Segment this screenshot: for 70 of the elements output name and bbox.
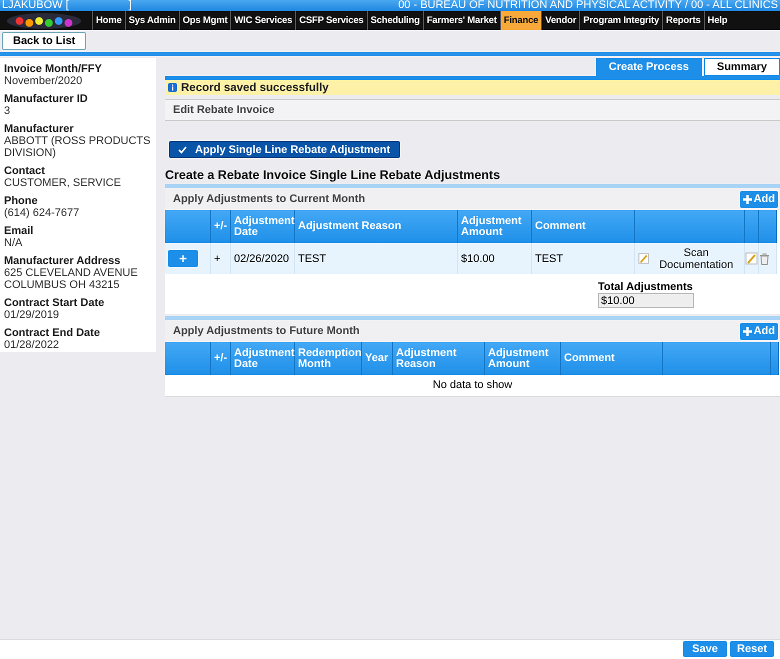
trash-icon[interactable] bbox=[759, 252, 770, 264]
detail-label: Phone bbox=[4, 195, 39, 207]
nav-tab[interactable]: Vendor bbox=[541, 11, 580, 30]
total-field[interactable]: $10.00 bbox=[598, 293, 694, 308]
panel-title: Apply Adjustments to Future Month bbox=[173, 325, 360, 337]
detail-value: CUSTOMER, SERVICE bbox=[4, 177, 122, 189]
total-label: Total Adjustments bbox=[598, 281, 694, 293]
table-cell: + bbox=[211, 243, 231, 274]
column-header: Adjustment Amount bbox=[485, 342, 561, 375]
section-title: Edit Rebate Invoice bbox=[165, 99, 780, 121]
nav-tab[interactable]: WIC Services bbox=[230, 11, 296, 30]
success-message: Record saved successfully bbox=[165, 80, 780, 95]
header-cell bbox=[745, 210, 759, 243]
column-header: +/- bbox=[211, 210, 231, 243]
detail-label: Contract Start Date bbox=[4, 297, 106, 309]
detail-label: Manufacturer Address bbox=[4, 255, 122, 267]
detail-value: ABBOTT (ROSS PRODUCTS DIVISION) bbox=[4, 135, 152, 159]
detail-value: November/2020 bbox=[4, 75, 84, 87]
detail-value: (614) 624-7677 bbox=[4, 207, 80, 219]
table-cell: $10.00 bbox=[458, 243, 532, 274]
table-cell: 02/26/2020 bbox=[231, 243, 295, 274]
user-name: LJAKUBOW [ ] bbox=[2, 0, 132, 11]
detail-value: 01/28/2022 bbox=[4, 339, 60, 351]
column-header: Adjustment Amount bbox=[458, 210, 532, 243]
nav-tab[interactable]: Home bbox=[92, 11, 125, 30]
column-header: +/- bbox=[211, 342, 231, 375]
detail-label: Manufacturer ID bbox=[4, 93, 89, 105]
plus-icon bbox=[742, 194, 752, 204]
apply-adjustment-button[interactable]: Apply Single Line Rebate Adjustment bbox=[169, 141, 400, 158]
detail-label: Contract End Date bbox=[4, 327, 101, 339]
detail-value: 625 CLEVELAND AVENUE COLUMBUS OH 43215 bbox=[4, 267, 139, 291]
empty-message: No data to show bbox=[165, 375, 780, 397]
checkmark-icon bbox=[178, 146, 187, 154]
panel-title: Apply Adjustments to Current Month bbox=[173, 193, 366, 205]
nav-tab[interactable]: Help bbox=[704, 11, 730, 30]
detail-label: Manufacturer bbox=[4, 123, 75, 135]
detail-value: 01/29/2019 bbox=[4, 309, 60, 321]
pencil-icon[interactable] bbox=[638, 252, 650, 265]
column-header: Adjustment Date bbox=[231, 210, 295, 243]
detail-label: Invoice Month/FFY bbox=[4, 63, 103, 75]
table-cell: TEST bbox=[295, 243, 458, 274]
detail-label: Email bbox=[4, 225, 34, 237]
column-header: Comment bbox=[532, 210, 635, 243]
header-cell bbox=[165, 210, 211, 243]
detail-value: 3 bbox=[4, 105, 12, 117]
back-to-list-button[interactable]: Back to List bbox=[2, 32, 86, 50]
table-cell: TEST bbox=[532, 243, 635, 274]
agency-name: 00 - BUREAU OF NUTRITION AND PHYSICAL ACTIVITY / 00 - ALL CLINICS bbox=[398, 0, 778, 11]
nav-tab[interactable]: CSFP Services bbox=[295, 11, 366, 30]
nav-tab[interactable]: Reports bbox=[662, 11, 704, 30]
nav-tab[interactable]: Sys Admin bbox=[124, 11, 179, 30]
column-header: Comment bbox=[561, 342, 663, 375]
nav-tab[interactable]: Ops Mgmt bbox=[178, 11, 230, 30]
nav-tab[interactable]: Program Integrity bbox=[579, 11, 662, 30]
column-header: Adjustment Reason bbox=[295, 210, 458, 243]
column-header: Redemption Month bbox=[295, 342, 362, 375]
plus-icon bbox=[742, 326, 752, 336]
header-cell bbox=[759, 210, 777, 243]
pencil-icon[interactable] bbox=[745, 252, 758, 265]
detail-label: Contact bbox=[4, 165, 46, 177]
tab[interactable]: Summary bbox=[704, 58, 780, 76]
info-icon bbox=[168, 83, 177, 92]
nav-tab[interactable]: Finance bbox=[500, 11, 542, 30]
column-header: Adjustment Reason bbox=[393, 342, 485, 375]
nav-tab[interactable]: Scheduling bbox=[366, 11, 423, 30]
column-header: Year bbox=[362, 342, 393, 375]
detail-value: N/A bbox=[4, 237, 24, 249]
page-heading: Create a Rebate Invoice Single Line Rebate Adjustments bbox=[165, 168, 502, 182]
column-header: Adjustment Date bbox=[231, 342, 295, 375]
header-cell bbox=[165, 342, 211, 375]
